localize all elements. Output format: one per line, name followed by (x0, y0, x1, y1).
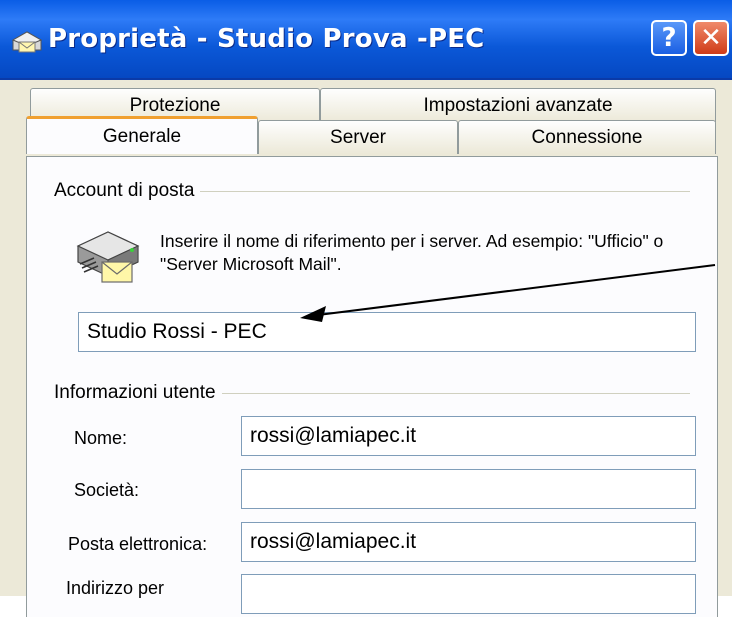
societa-input[interactable] (241, 469, 696, 509)
nome-label: Nome: (74, 428, 128, 448)
tab-generale[interactable]: Generale (26, 116, 258, 154)
posta-elettronica-input[interactable]: rossi@lamiapec.it (241, 522, 696, 562)
user-info-group-label: Informazioni utente (54, 382, 222, 404)
indirizzo-input[interactable] (241, 574, 696, 614)
nome-input[interactable]: rossi@lamiapec.it (241, 416, 696, 456)
societa-label: Società: (74, 480, 140, 500)
posta-elettronica-label: Posta elettronica: (68, 534, 208, 554)
